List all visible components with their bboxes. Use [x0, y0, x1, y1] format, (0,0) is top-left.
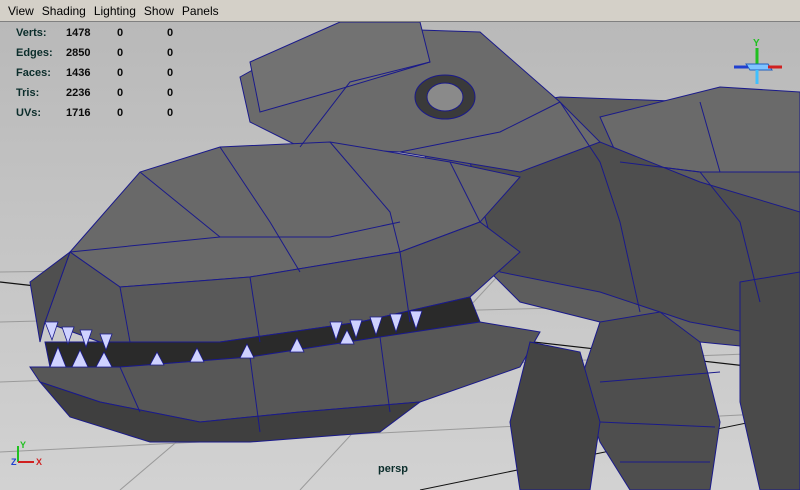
hud-value: 0	[167, 107, 174, 119]
hud-value: 2236	[66, 87, 91, 99]
dinosaur-mesh[interactable]	[29, 22, 800, 490]
hud-value: 0	[167, 47, 174, 59]
hud-value: 1436	[66, 67, 91, 79]
view-axis-manipulator-icon[interactable]: Y	[724, 34, 794, 94]
hud-label: Edges:	[16, 47, 53, 59]
hud-value: 0	[117, 67, 124, 79]
hud-value: 2850	[66, 47, 91, 59]
hud-value: 1478	[66, 27, 91, 39]
viewport-menu-bar: View Shading Lighting Show Panels	[0, 0, 800, 22]
menu-view[interactable]: View	[4, 0, 38, 22]
hud-value: 0	[167, 67, 174, 79]
perspective-viewport[interactable]: Verts: 1478 0 0 Edges: 2850 0 0 Faces: 1…	[0, 22, 800, 490]
hud-label: Verts:	[16, 27, 47, 39]
hud-value: 0	[117, 87, 124, 99]
hud-value: 0	[117, 27, 124, 39]
hud-label: Faces:	[16, 67, 51, 79]
maya-viewport-window: View Shading Lighting Show Panels Verts:…	[0, 0, 800, 490]
hud-value: 0	[167, 87, 174, 99]
hud-value: 1716	[66, 107, 91, 119]
hud-value: 0	[117, 47, 124, 59]
world-axis-gizmo-icon: Y X Z	[11, 440, 42, 467]
menu-show[interactable]: Show	[140, 0, 178, 22]
eye-ball	[426, 82, 464, 112]
menu-lighting[interactable]: Lighting	[90, 0, 140, 22]
hud-label: UVs:	[16, 107, 42, 119]
axis-y-label: Y	[753, 38, 760, 49]
gizmo-y-label: Y	[20, 440, 26, 450]
gizmo-x-label: X	[36, 457, 42, 467]
gizmo-z-label: Z	[11, 457, 17, 467]
hud-value: 0	[167, 27, 174, 39]
rear-leg	[739, 271, 800, 490]
hud-label: Tris:	[16, 87, 40, 99]
menu-panels[interactable]: Panels	[178, 0, 223, 22]
menu-shading[interactable]: Shading	[38, 0, 90, 22]
camera-name-label: persp	[378, 463, 408, 475]
hud-value: 0	[117, 107, 124, 119]
